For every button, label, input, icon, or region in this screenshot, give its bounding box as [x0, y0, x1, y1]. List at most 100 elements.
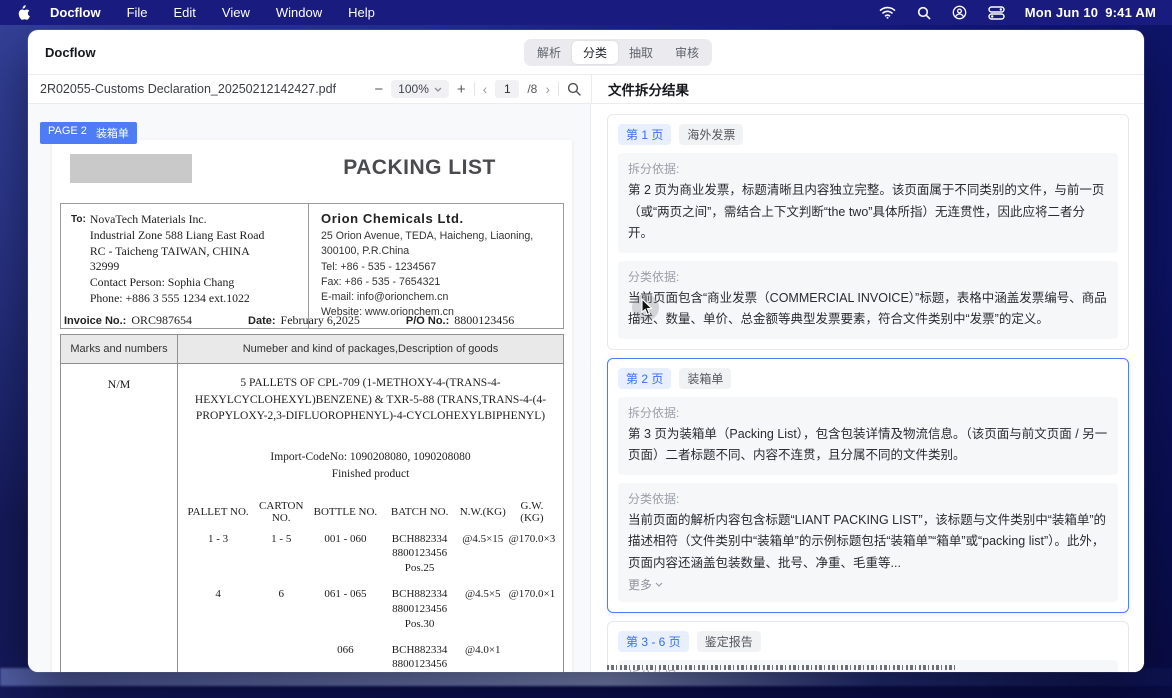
- redacted-logo-block: [70, 154, 192, 183]
- content-panes: PAGE 2 装箱单 PACKING LIST To: NovaTech Mat…: [28, 104, 1144, 672]
- menu-edit[interactable]: Edit: [174, 5, 196, 20]
- card-header: 第 2 页 装箱单: [618, 368, 1118, 389]
- import-code-block: Import-CodeNo: 1090208080, 1090208080 Fi…: [184, 449, 557, 484]
- packing-table: Marks and numbers Numeber and kind of pa…: [60, 334, 564, 672]
- clock-time: 9:41 AM: [1105, 5, 1156, 20]
- class-reason-text: 当前页面包含“商业发票（COMMERCIAL INVOICE）”标题，表格中涵盖…: [628, 288, 1108, 331]
- badge-doc-type: 装箱单: [96, 125, 129, 141]
- class-reason-section: 分类依据: 当前页面包含“商业发票（COMMERCIAL INVOICE）”标题…: [618, 261, 1118, 339]
- menubar-app-name[interactable]: Docflow: [50, 5, 101, 20]
- viewer-controls: − 100% + ‹ /8 ›: [374, 80, 581, 98]
- consignee-line: Phone: +886 3 555 1234 ext.1022: [90, 291, 265, 307]
- page-number-input[interactable]: [495, 80, 519, 98]
- tab-classify[interactable]: 分类: [572, 41, 618, 64]
- document-title: PACKING LIST: [302, 156, 537, 180]
- tab-review[interactable]: 审核: [664, 41, 710, 64]
- shipper-line: Fax: +86 - 535 - 7654321: [321, 275, 551, 290]
- shipper-line: Tel: +86 - 535 - 1234567: [321, 260, 551, 275]
- goods-description: 5 PALLETS OF CPL-709 (1-METHOXY-4-(TRANS…: [190, 375, 552, 425]
- menubar-clock[interactable]: Mon Jun 10 9:41 AM: [1025, 5, 1156, 20]
- split-results-panel: 第 1 页 海外发票 拆分依据: 第 2 页为商业发票，标题清晰且内容独立完整。…: [591, 104, 1144, 672]
- prev-page-button[interactable]: ‹: [483, 82, 488, 96]
- wifi-icon[interactable]: [879, 6, 896, 19]
- col-marks-header: Marks and numbers: [61, 335, 178, 363]
- menu-view[interactable]: View: [222, 5, 250, 20]
- user-account-icon[interactable]: [952, 5, 967, 20]
- class-reason-label: 分类依据:: [628, 268, 1108, 285]
- pallet-header-row: PALLET NO. CARTON NO. BOTTLE NO. BATCH N…: [184, 498, 557, 528]
- next-page-button[interactable]: ›: [545, 82, 550, 96]
- packing-table-body: N/M 5 PALLETS OF CPL-709 (1-METHOXY-4-(T…: [61, 364, 563, 672]
- shipper-cell: Orion Chemicals Ltd. 25 Orion Avenue, TE…: [309, 204, 563, 328]
- chevron-down-icon: [655, 582, 663, 587]
- invoice-meta-row: Invoice No.: ORC987654 Date: February 6,…: [60, 313, 564, 328]
- class-reason-label: 分类依据:: [628, 490, 1108, 507]
- date-value: February 6,2025: [281, 313, 360, 328]
- zoom-in-button[interactable]: +: [457, 82, 466, 97]
- page-range-badge: 第 3 - 6 页: [618, 631, 689, 652]
- doc-type-badge: 装箱单: [679, 368, 731, 389]
- search-icon[interactable]: [567, 82, 581, 96]
- invoice-no-value: ORC987654: [131, 313, 192, 328]
- consignee-line: Contact Person: Sophia Chang: [90, 275, 265, 291]
- zoom-level-dropdown[interactable]: 100%: [391, 80, 449, 98]
- import-code-line: Import-CodeNo: 1090208080, 1090208080: [184, 449, 557, 466]
- window-title: Docflow: [45, 45, 96, 60]
- split-reason-text: 第 3 页为装箱单（Packing List），包含包装详情及物流信息。（该页面…: [628, 424, 1108, 467]
- invoice-no-label: Invoice No.:: [64, 315, 126, 327]
- consignee-line: RC - Taicheng TAIWAN, CHINA: [90, 244, 265, 260]
- spotlight-search-icon[interactable]: [917, 6, 931, 20]
- apple-menu[interactable]: [16, 5, 30, 21]
- class-reason-section: 分类依据: 当前页面的解析内容包含标题“LIANT PACKING LIST”，…: [618, 483, 1118, 603]
- table-row: 066 BCH882334 8800123456 Pos.35 @4.0×1: [184, 639, 557, 672]
- mode-tabs: 解析 分类 抽取 审核: [524, 39, 712, 66]
- toolbar-separator: [558, 82, 559, 96]
- toolbar-separator: [474, 82, 475, 96]
- clock-date: Mon Jun 10: [1025, 5, 1099, 20]
- results-panel-title: 文件拆分结果: [608, 79, 689, 99]
- pdf-viewer-pane[interactable]: PAGE 2 装箱单 PACKING LIST To: NovaTech Mat…: [28, 104, 591, 672]
- menu-help[interactable]: Help: [348, 5, 375, 20]
- result-card-page2[interactable]: 第 2 页 装箱单 拆分依据: 第 3 页为装箱单（Packing List），…: [607, 358, 1129, 614]
- clipped-text-line: [607, 665, 955, 670]
- chevron-down-icon: [434, 87, 442, 92]
- consignee-cell: To: NovaTech Materials Inc. Industrial Z…: [61, 204, 309, 328]
- control-center-icon[interactable]: [988, 6, 1005, 20]
- card-header: 第 1 页 海外发票: [618, 124, 1118, 145]
- page-range-badge: 第 1 页: [618, 124, 671, 145]
- marks-cell: N/M: [61, 364, 178, 672]
- result-card-page1[interactable]: 第 1 页 海外发票 拆分依据: 第 2 页为商业发票，标题清晰且内容独立完整。…: [607, 114, 1129, 350]
- menu-file[interactable]: File: [127, 5, 148, 20]
- packing-table-header: Marks and numbers Numeber and kind of pa…: [61, 335, 563, 364]
- pallet-detail-table: PALLET NO. CARTON NO. BOTTLE NO. BATCH N…: [184, 498, 557, 672]
- doc-type-badge: 海外发票: [679, 124, 743, 145]
- shipper-name: Orion Chemicals Ltd.: [321, 211, 551, 226]
- split-reason-text: 第 2 页为商业发票，标题清晰且内容独立完整。该页面属于不同类别的文件，与前一页…: [628, 180, 1108, 245]
- shipper-line: 25 Orion Avenue, TEDA, Haicheng, Liaonin…: [321, 229, 551, 260]
- description-cell: 5 PALLETS OF CPL-709 (1-METHOXY-4-(TRANS…: [178, 364, 563, 672]
- finished-product-line: Finished product: [184, 466, 557, 483]
- table-row: 1 - 3 1 - 5 001 - 060 BCH882334 88001234…: [184, 528, 557, 584]
- result-cards: 第 1 页 海外发票 拆分依据: 第 2 页为商业发票，标题清晰且内容独立完整。…: [607, 114, 1129, 672]
- consignee-line: Industrial Zone 588 Liang East Road: [90, 228, 265, 244]
- to-label: To:: [71, 214, 86, 307]
- class-reason-text: 当前页面的解析内容包含标题“LIANT PACKING LIST”，该标题与文件…: [628, 510, 1108, 575]
- macos-menubar: Docflow File Edit View Window Help: [0, 0, 1172, 25]
- split-reason-section: 拆分依据: 第 2 页为商业发票，标题清晰且内容独立完整。该页面属于不同类别的文…: [618, 153, 1118, 253]
- docflow-window: Docflow 解析 分类 抽取 审核 2R02055-Customs Decl…: [28, 30, 1144, 672]
- zoom-out-button[interactable]: −: [374, 82, 383, 97]
- apple-icon: [16, 5, 30, 21]
- tab-extract[interactable]: 抽取: [618, 41, 664, 64]
- more-link[interactable]: 更多: [628, 576, 663, 593]
- window-header: Docflow 解析 分类 抽取 审核: [28, 30, 1144, 75]
- date-label: Date:: [248, 315, 276, 327]
- page-range-badge: 第 2 页: [618, 368, 671, 389]
- badge-page-number: PAGE 2: [48, 125, 87, 141]
- toolbar-right: 文件拆分结果: [592, 75, 1144, 103]
- shipper-line: E-mail: info@orionchem.cn: [321, 290, 551, 305]
- address-table: To: NovaTech Materials Inc. Industrial Z…: [60, 203, 564, 329]
- split-reason-label: 拆分依据:: [628, 404, 1108, 421]
- menu-window[interactable]: Window: [276, 5, 322, 20]
- tab-parse[interactable]: 解析: [526, 41, 572, 64]
- page-total: /8: [527, 82, 537, 96]
